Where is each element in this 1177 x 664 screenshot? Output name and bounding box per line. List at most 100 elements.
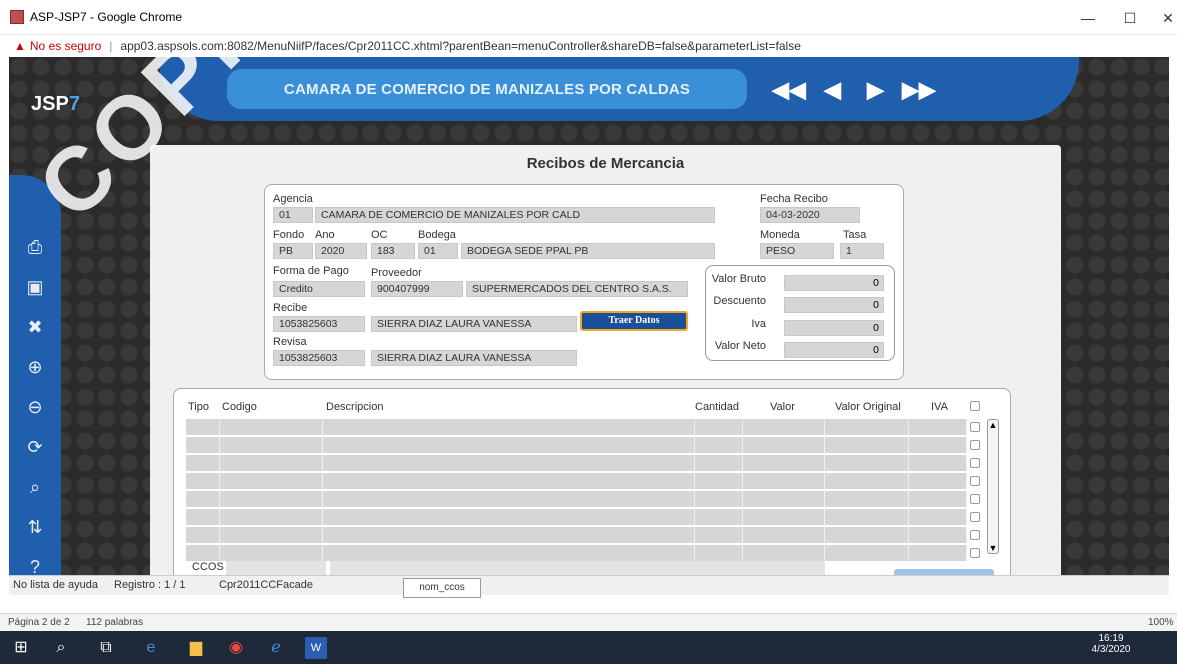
bodega-code-field[interactable]: 01 bbox=[418, 243, 458, 259]
security-status[interactable]: No es seguro bbox=[30, 39, 101, 53]
table-cell[interactable] bbox=[909, 491, 967, 507]
table-cell[interactable] bbox=[186, 455, 220, 471]
prev-record-icon[interactable]: ◀ bbox=[824, 77, 841, 103]
table-cell[interactable] bbox=[909, 419, 967, 435]
zoom-level[interactable]: 100% bbox=[1148, 617, 1174, 628]
table-row[interactable] bbox=[186, 527, 980, 543]
table-cell[interactable] bbox=[909, 545, 967, 561]
agencia-code-field[interactable]: 01 bbox=[273, 207, 313, 223]
table-cell[interactable] bbox=[743, 509, 825, 525]
remove-record-icon[interactable]: ⊖ bbox=[23, 395, 47, 419]
row-checkbox[interactable] bbox=[970, 512, 980, 522]
row-checkbox[interactable] bbox=[970, 422, 980, 432]
table-cell[interactable] bbox=[825, 419, 909, 435]
add-record-icon[interactable]: ⊕ bbox=[23, 355, 47, 379]
row-checkbox[interactable] bbox=[970, 548, 980, 558]
table-cell[interactable] bbox=[323, 491, 695, 507]
table-cell[interactable] bbox=[186, 473, 220, 489]
table-row[interactable] bbox=[186, 509, 980, 525]
row-checkbox[interactable] bbox=[970, 494, 980, 504]
table-row[interactable] bbox=[186, 491, 980, 507]
table-row[interactable] bbox=[186, 545, 980, 561]
table-row[interactable] bbox=[186, 437, 980, 453]
table-cell[interactable] bbox=[220, 473, 323, 489]
next-record-icon[interactable]: ▶ bbox=[867, 77, 884, 103]
maximize-button[interactable]: ☐ bbox=[1115, 8, 1145, 28]
table-cell[interactable] bbox=[743, 473, 825, 489]
table-cell[interactable] bbox=[186, 527, 220, 543]
agencia-name-field[interactable]: CAMARA DE COMERCIO DE MANIZALES POR CALD bbox=[315, 207, 715, 223]
table-cell[interactable] bbox=[743, 527, 825, 543]
scroll-down-icon[interactable]: ▼ bbox=[988, 543, 998, 553]
scroll-up-icon[interactable]: ▲ bbox=[988, 420, 998, 430]
tasa-field[interactable]: 1 bbox=[840, 243, 884, 259]
moneda-field[interactable]: PESO bbox=[760, 243, 834, 259]
table-cell[interactable] bbox=[323, 527, 695, 543]
table-cell[interactable] bbox=[220, 455, 323, 471]
file-explorer-icon[interactable]: ▆ bbox=[185, 637, 207, 659]
help-icon[interactable]: ? bbox=[23, 555, 47, 577]
table-row[interactable] bbox=[186, 455, 980, 471]
table-cell[interactable] bbox=[909, 509, 967, 525]
table-cell[interactable] bbox=[323, 545, 695, 561]
proveedor-code-field[interactable]: 900407999 bbox=[371, 281, 463, 297]
ano-field[interactable]: 2020 bbox=[315, 243, 367, 259]
table-cell[interactable] bbox=[323, 473, 695, 489]
traer-datos-button[interactable]: Traer Datos bbox=[580, 311, 688, 331]
table-cell[interactable] bbox=[743, 545, 825, 561]
word-icon[interactable]: W bbox=[305, 637, 327, 659]
table-cell[interactable] bbox=[909, 437, 967, 453]
search-icon[interactable]: ⌕ bbox=[50, 637, 72, 659]
table-cell[interactable] bbox=[695, 455, 743, 471]
delete-icon[interactable]: ✖ bbox=[23, 315, 47, 339]
start-icon[interactable]: ⊞ bbox=[10, 637, 32, 659]
print-icon[interactable]: ⎙ bbox=[23, 235, 47, 259]
search-document-icon[interactable]: ⌕ bbox=[23, 475, 47, 499]
sort-az-icon[interactable]: ⇅ bbox=[23, 515, 47, 539]
proveedor-name-field[interactable]: SUPERMERCADOS DEL CENTRO S.A.S. bbox=[466, 281, 688, 297]
recibe-code-field[interactable]: 1053825603 bbox=[273, 316, 365, 332]
table-cell[interactable] bbox=[825, 473, 909, 489]
recibe-name-field[interactable]: SIERRA DIAZ LAURA VANESSA bbox=[371, 316, 577, 332]
row-checkbox[interactable] bbox=[970, 458, 980, 468]
address-bar[interactable]: ▲ No es seguro | app03.aspsols.com:8082/… bbox=[0, 35, 1177, 57]
table-cell[interactable] bbox=[909, 527, 967, 543]
grid-scrollbar[interactable]: ▲ ▼ bbox=[987, 419, 999, 554]
close-button[interactable]: ✕ bbox=[1153, 8, 1177, 28]
chrome-icon[interactable]: ◉ bbox=[225, 637, 247, 659]
table-cell[interactable] bbox=[186, 437, 220, 453]
table-cell[interactable] bbox=[186, 545, 220, 561]
first-record-icon[interactable]: ◀◀ bbox=[772, 77, 806, 103]
table-cell[interactable] bbox=[220, 419, 323, 435]
table-cell[interactable] bbox=[695, 437, 743, 453]
table-cell[interactable] bbox=[909, 473, 967, 489]
table-row[interactable] bbox=[186, 473, 980, 489]
table-cell[interactable] bbox=[695, 509, 743, 525]
save-icon[interactable]: ▣ bbox=[23, 275, 47, 299]
table-cell[interactable] bbox=[743, 491, 825, 507]
fondo-field[interactable]: PB bbox=[273, 243, 313, 259]
edge-icon[interactable]: e bbox=[140, 637, 162, 659]
revisa-code-field[interactable]: 1053825603 bbox=[273, 350, 365, 366]
ie-icon[interactable]: ℯ bbox=[265, 637, 287, 659]
revisa-name-field[interactable]: SIERRA DIAZ LAURA VANESSA bbox=[371, 350, 577, 366]
row-checkbox[interactable] bbox=[970, 440, 980, 450]
table-cell[interactable] bbox=[220, 491, 323, 507]
oc-field[interactable]: 183 bbox=[371, 243, 415, 259]
table-cell[interactable] bbox=[220, 545, 323, 561]
table-cell[interactable] bbox=[323, 419, 695, 435]
row-checkbox[interactable] bbox=[970, 530, 980, 540]
table-cell[interactable] bbox=[825, 491, 909, 507]
table-cell[interactable] bbox=[695, 419, 743, 435]
table-cell[interactable] bbox=[323, 455, 695, 471]
table-cell[interactable] bbox=[825, 527, 909, 543]
table-cell[interactable] bbox=[695, 473, 743, 489]
table-cell[interactable] bbox=[825, 509, 909, 525]
fecha-field[interactable]: 04-03-2020 bbox=[760, 207, 860, 223]
table-cell[interactable] bbox=[743, 437, 825, 453]
task-view-icon[interactable]: ⧉ bbox=[95, 637, 117, 659]
clock[interactable]: 16:19 4/3/2020 bbox=[1091, 633, 1131, 655]
table-cell[interactable] bbox=[695, 527, 743, 543]
table-cell[interactable] bbox=[186, 491, 220, 507]
last-record-icon[interactable]: ▶▶ bbox=[902, 77, 936, 103]
